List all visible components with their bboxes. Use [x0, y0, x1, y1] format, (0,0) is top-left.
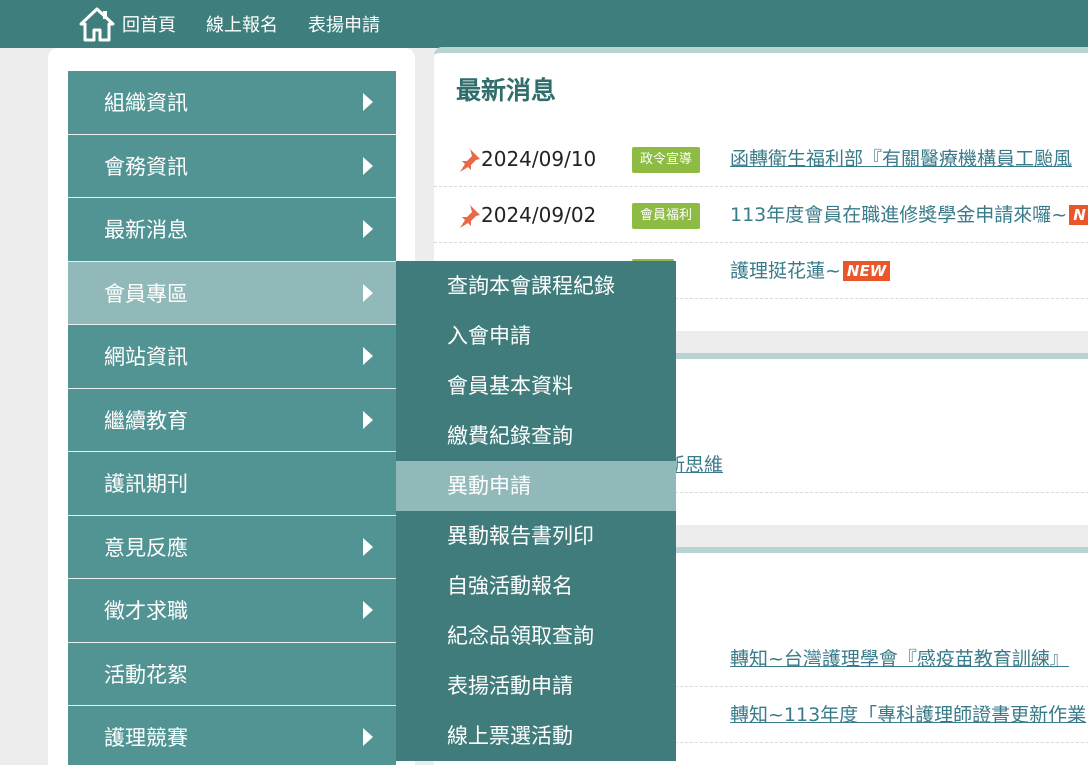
news-date: 2024/09/10: [481, 147, 597, 171]
submenu-item-course-records[interactable]: 查詢本會課程紀錄: [396, 261, 676, 311]
chevron-right-icon: [363, 156, 373, 175]
sidebar-item-jobs[interactable]: 徵才求職: [68, 579, 396, 643]
news-link-text: 護理挺花蓮~: [730, 260, 841, 282]
sidebar-item-label: 最新消息: [104, 218, 188, 243]
sidebar-item-feedback[interactable]: 意見反應: [68, 515, 396, 579]
sidebar-item-affairs-info[interactable]: 會務資訊: [68, 134, 396, 198]
sidebar-item-label: 徵才求職: [104, 599, 188, 624]
sidebar-item-label: 會務資訊: [104, 154, 188, 179]
submenu-item-outing-signup[interactable]: 自強活動報名: [396, 561, 676, 611]
news-link[interactable]: 函轉衛生福利部『有關醫療機構員工颱風: [730, 144, 1072, 171]
pin-icon: [456, 203, 482, 229]
latest-news-title: 最新消息: [456, 76, 557, 105]
sidebar-item-competition[interactable]: 護理競賽: [68, 706, 396, 765]
news-category-tag: 會員福利: [632, 203, 701, 229]
submenu-item-member-profile[interactable]: 會員基本資料: [396, 361, 676, 411]
new-badge: N: [1069, 205, 1088, 225]
chevron-right-icon: [363, 601, 373, 620]
sidebar-item-journal[interactable]: 護訊期刊: [68, 452, 396, 516]
sidebar-item-org-info[interactable]: 組織資訊: [68, 71, 396, 135]
sidebar-item-label: 繼續教育: [104, 408, 188, 433]
sidebar-item-members[interactable]: 會員專區: [68, 261, 396, 325]
chevron-right-icon: [363, 220, 373, 239]
sidebar-item-label: 組織資訊: [104, 91, 188, 116]
news-date: 2024/09/02: [481, 203, 597, 227]
news-link[interactable]: 轉知~113年度「專科護理師證書更新作業: [730, 700, 1086, 727]
home-icon[interactable]: [78, 5, 116, 43]
chevron-right-icon: [363, 283, 373, 302]
chevron-right-icon: [363, 410, 373, 429]
news-link-wrap[interactable]: 113年度會員在職進修獎學金申請來囉~ N: [730, 200, 1088, 227]
submenu-item-payment-records[interactable]: 繳費紀錄查詢: [396, 411, 676, 461]
members-submenu: 查詢本會課程紀錄 入會申請 會員基本資料 繳費紀錄查詢 異動申請 異動報告書列印…: [396, 261, 676, 761]
submenu-item-membership-apply[interactable]: 入會申請: [396, 311, 676, 361]
sidebar-item-label: 網站資訊: [104, 345, 188, 370]
chevron-right-icon: [363, 537, 373, 556]
sidebar-menu: 組織資訊 會務資訊 最新消息 會員專區 網站資訊 繼續教育 護訊期刊 意見反應 …: [68, 71, 396, 765]
pin-icon: [456, 147, 482, 173]
sidebar-item-label: 護訊期刊: [104, 472, 188, 497]
top-bar: 回首頁 線上報名 表揚申請: [0, 0, 1088, 48]
submenu-item-change-report-print[interactable]: 異動報告書列印: [396, 511, 676, 561]
news-row[interactable]: 2024/09/02 會員福利 113年度會員在職進修獎學金申請來囉~ N: [434, 187, 1088, 243]
sidebar-item-label: 會員專區: [104, 281, 188, 306]
sidebar-item-label: 意見反應: [104, 535, 188, 560]
submenu-item-online-vote[interactable]: 線上票選活動: [396, 711, 676, 761]
news-row[interactable]: 2024/09/10 政令宣導 函轉衛生福利部『有關醫療機構員工颱風: [434, 131, 1088, 187]
sidebar-item-label: 護理競賽: [104, 726, 188, 751]
sidebar-item-latest-news[interactable]: 最新消息: [68, 198, 396, 262]
chevron-right-icon: [363, 347, 373, 366]
sidebar-item-label: 活動花絮: [104, 662, 188, 687]
news-link[interactable]: 轉知~台灣護理學會『感疫苗教育訓練』: [730, 644, 1069, 671]
news-link-text: 113年度會員在職進修獎學金申請來囉~: [730, 204, 1068, 226]
submenu-item-souvenir-query[interactable]: 紀念品領取查詢: [396, 611, 676, 661]
sidebar-item-site-info[interactable]: 網站資訊: [68, 325, 396, 389]
commend-apply-link[interactable]: 表揚申請: [308, 11, 380, 37]
submenu-item-change-apply[interactable]: 異動申請: [396, 461, 676, 511]
chevron-right-icon: [363, 93, 373, 112]
online-signup-link[interactable]: 線上報名: [206, 11, 278, 37]
news-category-tag: 政令宣導: [632, 147, 701, 173]
home-link[interactable]: 回首頁: [122, 11, 176, 37]
chevron-right-icon: [363, 728, 373, 747]
new-badge: NEW: [842, 261, 891, 281]
news-link-wrap[interactable]: 護理挺花蓮~ NEW: [730, 256, 891, 283]
submenu-item-commend-apply[interactable]: 表揚活動申請: [396, 661, 676, 711]
sidebar-item-continuing-education[interactable]: 繼續教育: [68, 388, 396, 452]
top-nav: 回首頁 線上報名 表揚申請: [78, 0, 410, 48]
sidebar-item-gallery[interactable]: 活動花絮: [68, 642, 396, 706]
